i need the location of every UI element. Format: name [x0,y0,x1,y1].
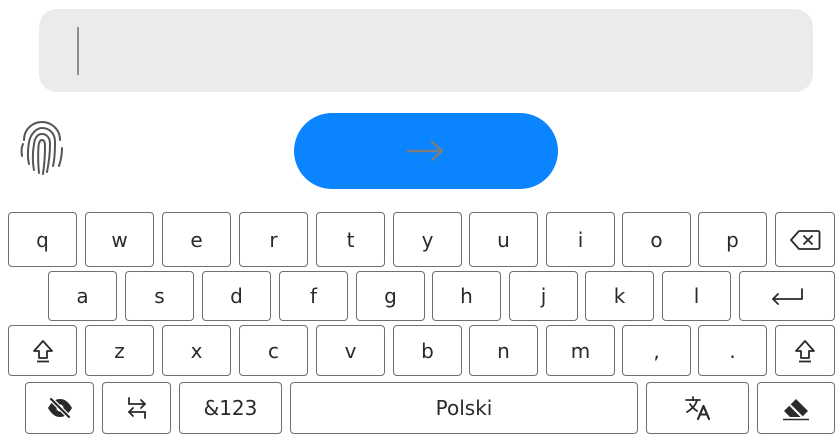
key-y[interactable]: y [393,212,462,267]
key-s[interactable]: s [125,271,194,321]
key-q[interactable]: q [8,212,77,267]
key-b[interactable]: b [393,325,462,376]
key-g[interactable]: g [356,271,425,321]
key-j[interactable]: j [509,271,578,321]
shift-icon [32,339,53,362]
hide-keyboard-key[interactable] [25,382,94,434]
key-x[interactable]: x [162,325,231,376]
key-e[interactable]: e [162,212,231,267]
backspace-key[interactable] [775,212,835,267]
key-w[interactable]: w [85,212,154,267]
backspace-icon [790,229,821,250]
enter-icon [772,288,803,305]
key-p[interactable]: p [698,212,767,267]
text-input[interactable] [39,9,813,92]
key-z[interactable]: z [85,325,154,376]
key-m[interactable]: m [546,325,615,376]
clear-key[interactable] [757,382,835,434]
space-key[interactable]: Polski [290,382,638,434]
text-cursor [77,27,79,75]
key-l[interactable]: l [662,271,731,321]
key-u[interactable]: u [469,212,538,267]
switch-input-key[interactable] [102,382,171,434]
fingerprint-icon[interactable] [18,120,66,176]
key-h[interactable]: h [432,271,501,321]
key-n[interactable]: n [469,325,538,376]
key-v[interactable]: v [316,325,385,376]
key-f[interactable]: f [279,271,348,321]
key-o[interactable]: o [622,212,691,267]
submit-button[interactable] [294,113,558,189]
enter-key[interactable] [739,271,835,321]
shift-key-right[interactable] [775,325,835,376]
key-i[interactable]: i [546,212,615,267]
symbols-key[interactable]: &123 [179,382,282,434]
translate-key[interactable] [646,382,749,434]
arrow-right-icon [406,140,444,162]
shift-icon [795,339,815,362]
key-a[interactable]: a [48,271,117,321]
key-comma[interactable]: , [622,325,691,376]
eye-off-icon [47,397,72,419]
eraser-icon [783,399,809,421]
key-t[interactable]: t [316,212,385,267]
key-c[interactable]: c [239,325,308,376]
translate-icon [684,396,710,421]
key-d[interactable]: d [202,271,271,321]
key-r[interactable]: r [239,212,308,267]
shift-key-left[interactable] [8,325,77,376]
key-period[interactable]: . [698,325,767,376]
swap-arrows-icon [127,397,146,419]
key-k[interactable]: k [585,271,654,321]
